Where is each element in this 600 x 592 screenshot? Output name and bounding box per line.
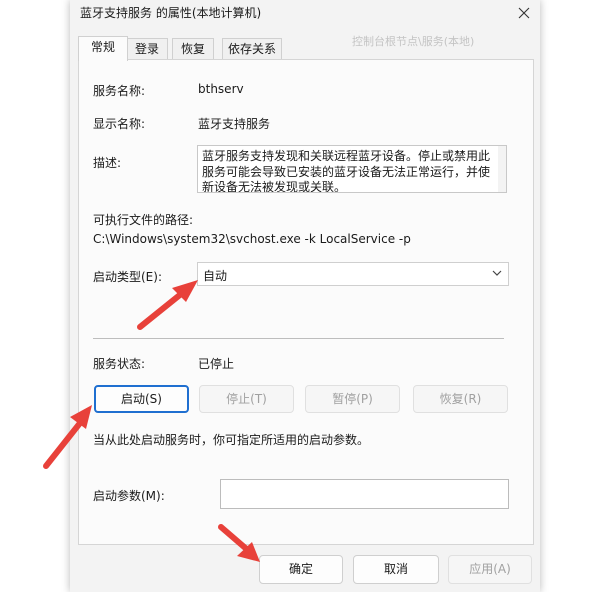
tab-general[interactable]: 常规 (78, 36, 128, 61)
annotation-arrow-ok-button (218, 524, 260, 562)
